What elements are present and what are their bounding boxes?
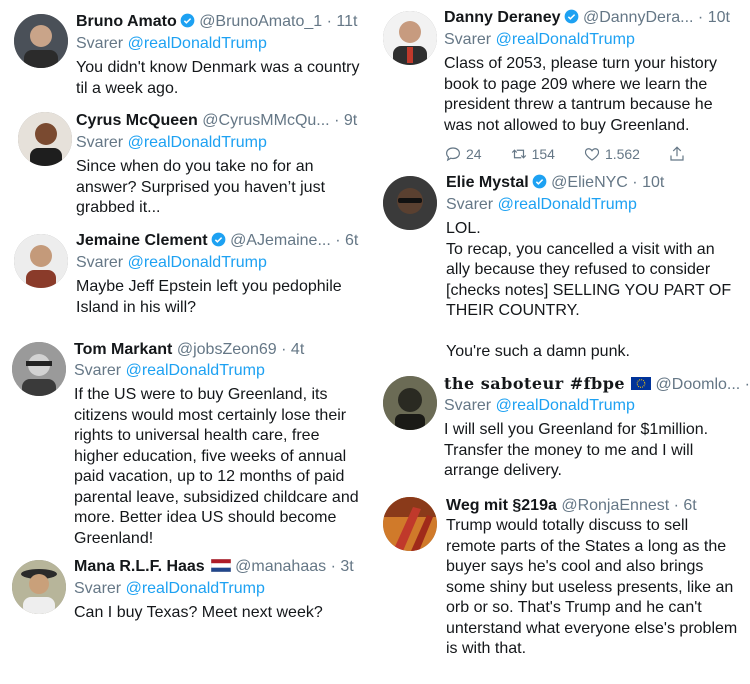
avatar[interactable] (383, 11, 437, 65)
share-button[interactable] (668, 145, 686, 163)
author-name[interactable]: Mana R.L.F. Haas (74, 558, 205, 575)
avatar[interactable] (14, 14, 68, 68)
author-handle[interactable]: @jobsZeon69 (177, 341, 277, 358)
timestamp[interactable]: 6t (345, 232, 358, 249)
mention-link[interactable]: @realDonaldTrump (496, 31, 635, 48)
reply-context: Svarer @realDonaldTrump (444, 397, 635, 414)
author-handle[interactable]: @RonjaEnnest (561, 497, 669, 514)
verified-icon (564, 9, 578, 24)
share-icon (670, 146, 684, 161)
avatar[interactable] (14, 234, 68, 288)
author-name[interactable]: the saboteur #fbpe (444, 374, 625, 393)
author-name[interactable]: Danny Deraney (444, 9, 561, 26)
mention-link[interactable]: @realDonaldTrump (126, 580, 265, 597)
reply-icon (446, 147, 460, 162)
reply-context: Svarer @realDonaldTrump (76, 254, 267, 271)
verified-icon (532, 174, 547, 189)
eu-flag-icon (631, 377, 652, 390)
avatar[interactable] (383, 176, 437, 230)
tweet-text: Trump would totally discuss to sell remo… (446, 517, 738, 657)
reply-context: Svarer @realDonaldTrump (76, 134, 267, 151)
reply-button[interactable]: 24 (444, 145, 482, 163)
author-handle[interactable]: @BrunoAmato_1 (199, 13, 322, 30)
avatar[interactable] (383, 497, 437, 551)
author-handle[interactable]: @ElieNYC (551, 174, 628, 191)
author-name[interactable]: Jemaine Clement (76, 232, 208, 249)
retweet-icon (511, 149, 526, 159)
tweet-text: Maybe Jeff Epstein left you pedophile Is… (76, 278, 342, 316)
tweet-text: If the US were to buy Greenland, its cit… (74, 386, 359, 547)
verified-icon (211, 232, 225, 247)
reply-count: 24 (466, 146, 482, 162)
timestamp[interactable]: 3t (340, 558, 353, 575)
avatar[interactable] (12, 560, 66, 614)
reply-context: Svarer @realDonaldTrump (74, 580, 265, 597)
reply-context: Svarer @realDonaldTrump (444, 31, 635, 48)
like-button[interactable]: 1.562 (583, 145, 640, 163)
author-handle[interactable]: @manahaas (235, 558, 326, 575)
avatar[interactable] (383, 376, 437, 430)
mention-link[interactable]: @realDonaldTrump (496, 397, 635, 414)
mention-link[interactable]: @realDonaldTrump (128, 254, 267, 271)
mention-link[interactable]: @realDonaldTrump (128, 134, 267, 151)
author-handle[interactable]: @AJemaine... (230, 232, 331, 249)
verified-icon (180, 13, 195, 28)
reply-context: Svarer @realDonaldTrump (74, 362, 265, 379)
tweet-text: Class of 2053, please turn your history … (444, 55, 718, 134)
timestamp[interactable]: 9t (344, 112, 357, 129)
tweet-text: You didn't know Denmark was a country ti… (76, 59, 360, 97)
heart-icon (584, 148, 600, 161)
author-name[interactable]: Elie Mystal (446, 174, 529, 191)
like-count: 1.562 (604, 146, 640, 162)
mention-link[interactable]: @realDonaldTrump (126, 362, 265, 379)
reply-context: Svarer @realDonaldTrump (446, 196, 637, 213)
timestamp[interactable]: 6t (683, 497, 696, 514)
author-name[interactable]: Weg mit §219a (446, 497, 557, 514)
timestamp[interactable]: 10t (642, 174, 664, 191)
author-name[interactable]: Cyrus McQueen (76, 112, 198, 129)
tweet-text: I will sell you Greenland for $1million.… (444, 421, 709, 479)
timestamp[interactable]: 10t (708, 9, 730, 26)
timestamp[interactable]: 11t (336, 13, 357, 30)
reply-context: Svarer @realDonaldTrump (76, 35, 267, 52)
author-name[interactable]: Tom Markant (74, 341, 172, 358)
retweet-button[interactable]: 154 (510, 145, 555, 163)
tweet-text: Can I buy Texas? Meet next week? (74, 604, 323, 621)
netherlands-flag-icon (210, 559, 231, 572)
retweet-count: 154 (531, 146, 555, 162)
tweet-text: LOL. To recap, you cancelled a visit wit… (446, 220, 732, 360)
mention-link[interactable]: @realDonaldTrump (128, 35, 267, 52)
mention-link[interactable]: @realDonaldTrump (498, 196, 637, 213)
author-handle[interactable]: @CyrusMMcQu... (202, 112, 329, 129)
tweet-text: Since when do you take no for an answer?… (76, 158, 326, 216)
avatar[interactable] (12, 342, 66, 396)
author-handle[interactable]: @DannyDera... (583, 9, 694, 26)
timestamp[interactable]: 4t (291, 341, 304, 358)
author-name[interactable]: Bruno Amato (76, 13, 177, 30)
avatar[interactable] (18, 112, 72, 166)
author-handle[interactable]: @Doomlo... (656, 376, 741, 393)
tweet-actions: 24 154 1.562 (444, 145, 714, 163)
